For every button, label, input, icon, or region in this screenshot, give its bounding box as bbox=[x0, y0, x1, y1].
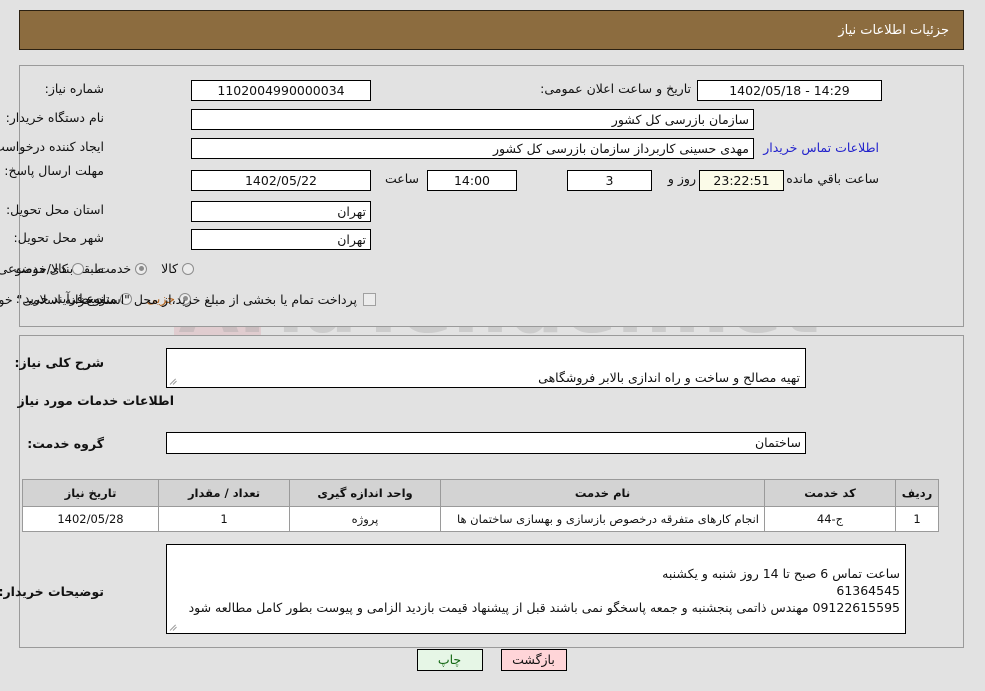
category-radio-group: کالا خدمت کالا/خدمت bbox=[4, 261, 195, 276]
remaining-time-field[interactable]: 23:22:51 bbox=[700, 170, 785, 191]
cell-unit: پروژه bbox=[290, 506, 442, 532]
service-group-label: گروه خدمت: bbox=[28, 436, 105, 451]
col-need-date: تاریخ نیاز bbox=[23, 479, 160, 507]
general-desc-textarea[interactable]: تهیه مصالح و ساخت و راه اندازی بالابر فر… bbox=[167, 348, 807, 388]
announce-date-field[interactable]: 14:29 - 1402/05/18 bbox=[698, 80, 883, 101]
need-number-field[interactable]: 1102004990000034 bbox=[192, 80, 372, 101]
city-row: شهر محل تحویل: bbox=[9, 230, 105, 245]
remaining-days-label-row: روز و bbox=[663, 171, 697, 186]
need-number-label: شماره نیاز: bbox=[45, 81, 105, 96]
buyer-org-label: نام دستگاه خریدار: bbox=[6, 110, 105, 125]
deadline-label: مهلت ارسال پاسخ: تا تاریخ: bbox=[0, 163, 105, 178]
province-row: استان محل تحویل: bbox=[1, 202, 105, 217]
table-row[interactable]: 1 ج-44 انجام کارهای متفرقه درخصوص بازساز… bbox=[23, 506, 940, 532]
page-title: جزئیات اطلاعات نیاز bbox=[839, 22, 950, 38]
announce-date-label: تاریخ و ساعت اعلان عمومی: bbox=[541, 81, 692, 96]
islamic-treasury-label: پرداخت تمام یا بخشی از مبلغ خرید،از محل … bbox=[0, 292, 358, 307]
general-desc-row: شرح کلی نیاز: bbox=[10, 355, 105, 370]
cell-need-date: 1402/05/28 bbox=[23, 506, 160, 532]
announce-date-row: تاریخ و ساعت اعلان عمومی: bbox=[535, 81, 692, 96]
category-option-label-0[interactable]: کالا bbox=[162, 261, 179, 276]
cell-service-code: ج-44 bbox=[765, 506, 897, 532]
buyer-notes-row: توضیحات خریدار: bbox=[0, 584, 105, 599]
col-row-no: ردیف bbox=[896, 479, 940, 507]
deadline-date-field[interactable]: 1402/05/22 bbox=[192, 170, 372, 191]
deadline-hour-row: ساعت bbox=[380, 171, 420, 186]
buyer-notes-textarea[interactable]: ساعت تماس 6 صبح تا 14 روز شنبه و یکشنبه … bbox=[167, 544, 907, 634]
cell-row-no: 1 bbox=[896, 506, 940, 532]
buyer-notes-label: توضیحات خریدار: bbox=[0, 584, 105, 599]
general-desc-label: شرح کلی نیاز: bbox=[15, 355, 105, 370]
services-table: ردیف کد خدمت نام خدمت واحد اندازه گیری ت… bbox=[23, 479, 940, 532]
category-radio-1[interactable] bbox=[136, 262, 149, 275]
buyer-notes-value: ساعت تماس 6 صبح تا 14 روز شنبه و یکشنبه … bbox=[189, 566, 901, 615]
category-radio-0[interactable] bbox=[183, 262, 195, 275]
back-button[interactable]: بازگشت bbox=[501, 649, 568, 671]
creator-row: ایجاد کننده درخواست: bbox=[0, 139, 105, 154]
city-label: شهر محل تحویل: bbox=[14, 230, 105, 245]
col-service-code: کد خدمت bbox=[765, 479, 897, 507]
province-field[interactable]: تهران bbox=[192, 201, 372, 222]
remaining-time-label: ساعت باقي مانده bbox=[787, 171, 880, 186]
action-button-bar: بازگشت چاپ bbox=[0, 649, 985, 671]
cell-quantity: 1 bbox=[159, 506, 291, 532]
resize-grip-icon bbox=[170, 376, 180, 386]
buyer-contact-link[interactable]: اطلاعات تماس خریدار bbox=[764, 140, 880, 155]
need-number-row: شماره نیاز: bbox=[40, 81, 105, 96]
remaining-time-label-row: ساعت باقي مانده bbox=[781, 171, 880, 186]
cell-service-name: انجام کارهای متفرقه درخصوص بازسازی و بهس… bbox=[441, 506, 766, 532]
print-button[interactable]: چاپ bbox=[417, 649, 484, 671]
need-info-panel bbox=[20, 65, 965, 327]
deadline-hour-label: ساعت bbox=[385, 171, 420, 186]
remaining-days-field[interactable]: 3 bbox=[568, 170, 653, 191]
table-header-row: ردیف کد خدمت نام خدمت واحد اندازه گیری ت… bbox=[23, 479, 940, 507]
page-header-bar: جزئیات اطلاعات نیاز bbox=[20, 10, 965, 50]
city-field[interactable]: تهران bbox=[192, 229, 372, 250]
service-group-field[interactable]: ساختمان bbox=[167, 432, 807, 454]
resize-grip-icon bbox=[170, 622, 180, 632]
category-option-label-1[interactable]: خدمت bbox=[99, 261, 132, 276]
province-label: استان محل تحویل: bbox=[6, 202, 105, 217]
remaining-days-label: روز و bbox=[668, 171, 697, 186]
deadline-row: مهلت ارسال پاسخ: تا تاریخ: bbox=[0, 163, 105, 178]
category-option-label-2[interactable]: کالا/خدمت bbox=[14, 261, 68, 276]
category-radio-2[interactable] bbox=[72, 262, 85, 275]
service-group-row: گروه خدمت: bbox=[22, 436, 105, 451]
col-unit: واحد اندازه گیری bbox=[290, 479, 442, 507]
islamic-treasury-checkbox[interactable] bbox=[364, 293, 377, 306]
buyer-org-row: نام دستگاه خریدار: bbox=[1, 110, 105, 125]
col-service-name: نام خدمت bbox=[441, 479, 766, 507]
general-desc-value: تهیه مصالح و ساخت و راه اندازی بالابر فر… bbox=[539, 370, 801, 385]
creator-field[interactable]: مهدی حسینی کاربرداز سازمان بازرسی کل کشو… bbox=[192, 138, 755, 159]
islamic-treasury-checkbox-row: پرداخت تمام یا بخشی از مبلغ خرید،از محل … bbox=[0, 292, 377, 307]
buyer-org-field[interactable]: سازمان بازرسی کل کشور bbox=[192, 109, 755, 130]
creator-label: ایجاد کننده درخواست: bbox=[0, 139, 105, 154]
services-section-title: اطلاعات خدمات مورد نیاز bbox=[18, 393, 176, 408]
col-quantity: تعداد / مقدار bbox=[159, 479, 291, 507]
deadline-hour-field[interactable]: 14:00 bbox=[428, 170, 518, 191]
